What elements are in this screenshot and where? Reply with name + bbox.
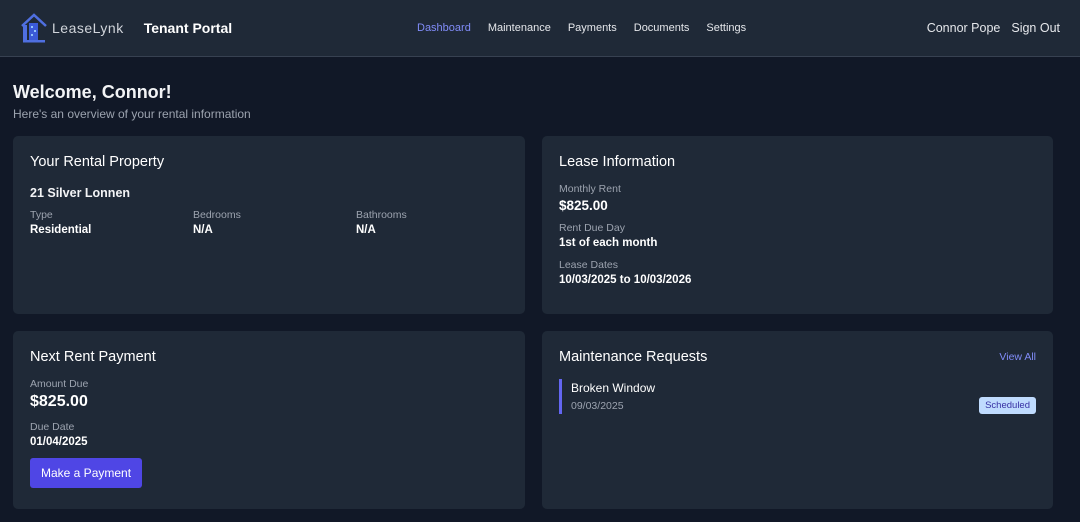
sign-out-button[interactable]: Sign Out — [1011, 21, 1060, 35]
nav-dashboard[interactable]: Dashboard — [417, 22, 471, 34]
portal-title: Tenant Portal — [143, 20, 233, 36]
user-name[interactable]: Connor Pope — [927, 21, 1001, 35]
type-value: Residential — [30, 224, 92, 236]
card-title: Lease Information — [559, 154, 676, 170]
nav-settings[interactable]: Settings — [706, 22, 746, 34]
maintenance-request-item[interactable]: Broken Window 09/03/2025 Scheduled — [559, 379, 1036, 414]
bedrooms-value: N/A — [193, 224, 213, 236]
logo[interactable]: LeaseLynk — [20, 12, 124, 44]
card-title: Your Rental Property — [30, 154, 165, 170]
nav-documents[interactable]: Documents — [634, 22, 690, 34]
main-nav: Dashboard Maintenance Payments Documents… — [417, 22, 746, 34]
request-title: Broken Window — [571, 381, 656, 395]
building-logo-icon — [21, 13, 47, 43]
due-date-value: 01/04/2025 — [30, 436, 88, 448]
top-header: LeaseLynk Tenant Portal Dashboard Mainte… — [0, 0, 1080, 57]
rent-label: Monthly Rent — [559, 183, 621, 195]
lease-dates-value: 10/03/2025 to 10/03/2026 — [559, 274, 692, 286]
amount-label: Amount Due — [30, 378, 89, 390]
lease-info-card: Lease Information Monthly Rent $825.00 R… — [542, 136, 1053, 314]
welcome-section: Welcome, Connor! Here's an overview of y… — [13, 82, 251, 121]
page-subtitle: Here's an overview of your rental inform… — [13, 107, 251, 121]
due-date-label: Due Date — [30, 421, 75, 433]
card-title: Maintenance Requests — [559, 349, 708, 365]
make-payment-button[interactable]: Make a Payment — [30, 458, 143, 488]
due-day-label: Rent Due Day — [559, 222, 625, 234]
card-title: Next Rent Payment — [30, 349, 156, 365]
rental-property-card: Your Rental Property 21 Silver Lonnen Ty… — [13, 136, 525, 314]
page-title: Welcome, Connor! — [13, 82, 172, 102]
nav-payments[interactable]: Payments — [568, 22, 617, 34]
logo-text: LeaseLynk — [52, 20, 124, 36]
lease-dates-label: Lease Dates — [559, 259, 618, 271]
status-badge: Scheduled — [979, 397, 1036, 414]
request-date: 09/03/2025 — [571, 400, 624, 412]
bathrooms-label: Bathrooms — [356, 209, 407, 221]
type-label: Type — [30, 209, 53, 221]
next-payment-card: Next Rent Payment Amount Due $825.00 Due… — [13, 331, 525, 509]
nav-maintenance[interactable]: Maintenance — [488, 22, 551, 34]
rent-value: $825.00 — [559, 198, 608, 213]
maintenance-card: Maintenance Requests View All Broken Win… — [542, 331, 1053, 509]
view-all-link[interactable]: View All — [999, 351, 1036, 363]
amount-value: $825.00 — [30, 393, 88, 410]
property-address: 21 Silver Lonnen — [30, 186, 131, 200]
bedrooms-label: Bedrooms — [193, 209, 241, 221]
bathrooms-value: N/A — [356, 224, 376, 236]
due-day-value: 1st of each month — [559, 237, 658, 249]
